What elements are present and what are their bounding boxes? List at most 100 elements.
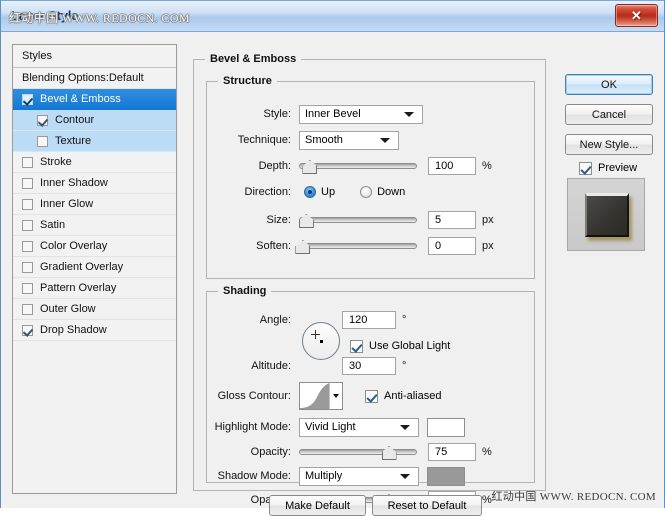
style-item-checkbox[interactable]	[22, 303, 33, 315]
structure-group-title: Structure	[218, 75, 277, 87]
layer-preview-thumbnail	[567, 178, 645, 251]
close-button[interactable]: ✕	[615, 4, 658, 27]
use-global-light-label: Use Global Light	[369, 340, 451, 352]
soften-slider[interactable]	[295, 239, 417, 254]
preview-checkbox[interactable]	[579, 161, 592, 175]
style-item-label: Gradient Overlay	[40, 260, 124, 273]
altitude-label: Altitude:	[251, 360, 291, 372]
style-list-item[interactable]: Satin	[13, 215, 176, 236]
size-unit: px	[482, 214, 494, 226]
radio-up-icon[interactable]	[304, 186, 316, 198]
style-item-label: Inner Shadow	[40, 176, 108, 189]
cancel-button[interactable]: Cancel	[565, 104, 653, 125]
anti-aliased-option[interactable]: Anti-aliased	[365, 389, 441, 403]
depth-slider[interactable]	[299, 159, 417, 174]
style-item-label: Inner Glow	[40, 197, 94, 210]
style-list-item[interactable]: Inner Glow	[13, 194, 176, 215]
highlight-opacity-track	[299, 449, 417, 455]
style-select-value: Inner Bevel	[305, 108, 361, 120]
gloss-contour-label: Gloss Contour:	[217, 390, 291, 402]
technique-label: Technique:	[237, 134, 291, 146]
technique-select[interactable]: Smooth	[299, 130, 399, 150]
angle-dial[interactable]	[302, 322, 340, 360]
style-list-item[interactable]: Pattern Overlay	[13, 278, 176, 299]
style-list-item[interactable]: Blending Options:Default	[13, 68, 176, 89]
gloss-contour-thumbnail	[300, 383, 330, 409]
anti-aliased-checkbox[interactable]	[365, 389, 378, 403]
size-label: Size:	[266, 214, 291, 226]
gloss-contour-dropdown-arrow[interactable]	[329, 383, 342, 409]
shadow-mode-value: Multiply	[305, 470, 343, 482]
shadow-mode-select[interactable]: Multiply	[299, 466, 419, 486]
highlight-opacity-input[interactable]: 75	[428, 443, 476, 461]
size-input[interactable]: 5	[428, 211, 476, 229]
reset-to-default-button[interactable]: Reset to Default	[372, 495, 482, 516]
shadow-color-swatch[interactable]	[427, 466, 465, 486]
soften-label: Soften:	[256, 240, 291, 252]
styles-panel: Styles Blending Options:Default Bevel & E…	[12, 44, 177, 494]
gloss-contour-picker[interactable]	[299, 382, 343, 410]
style-list-item[interactable]: Contour	[13, 110, 176, 131]
style-item-checkbox[interactable]	[22, 198, 33, 210]
layer-preview-shape	[585, 193, 629, 237]
style-item-label: Texture	[55, 134, 92, 147]
soften-row: Soften: 0 px	[207, 236, 527, 256]
highlight-opacity-slider[interactable]	[299, 445, 417, 460]
use-global-light-checkbox[interactable]	[350, 339, 363, 353]
depth-label: Depth:	[258, 160, 291, 172]
preview-label: Preview	[598, 162, 638, 174]
size-slider[interactable]	[298, 213, 417, 228]
style-item-checkbox[interactable]	[22, 177, 33, 189]
use-global-light-row[interactable]: Use Global Light	[350, 336, 450, 356]
style-list-item[interactable]: Bevel & Emboss	[13, 89, 176, 110]
shadow-opacity-unit: %	[482, 494, 492, 506]
altitude-input[interactable]: 30	[342, 357, 396, 375]
soften-input[interactable]: 0	[428, 237, 476, 255]
style-item-label: Color Overlay	[40, 239, 108, 252]
style-list-item[interactable]: Inner Shadow	[13, 173, 176, 194]
depth-row: Depth: 100 %	[207, 156, 527, 176]
style-item-label: Drop Shadow	[40, 323, 107, 336]
style-list-item[interactable]: Outer Glow	[13, 299, 176, 320]
style-item-checkbox[interactable]	[22, 261, 33, 273]
angle-unit: °	[402, 314, 407, 326]
chevron-down-icon	[400, 474, 410, 479]
make-default-button[interactable]: Make Default	[269, 495, 366, 516]
highlight-mode-select[interactable]: Vivid Light	[299, 417, 419, 437]
style-item-checkbox[interactable]	[22, 324, 33, 336]
style-item-checkbox[interactable]	[37, 135, 48, 147]
style-item-checkbox[interactable]	[22, 219, 33, 231]
style-list-item[interactable]: Texture	[13, 131, 176, 152]
highlight-color-swatch[interactable]	[427, 417, 465, 437]
bottom-watermark: 红动中国 WWW. REDOCN. COM	[491, 491, 656, 503]
chevron-down-icon	[380, 138, 390, 143]
depth-unit: %	[482, 160, 492, 172]
radio-down-icon[interactable]	[360, 186, 373, 198]
angle-label: Angle:	[259, 314, 291, 326]
style-item-label: Blending Options:Default	[22, 71, 144, 84]
direction-down-label: Down	[377, 186, 406, 198]
style-item-checkbox[interactable]	[22, 282, 33, 294]
style-item-checkbox[interactable]	[37, 114, 48, 126]
angle-input[interactable]: 120	[342, 311, 396, 329]
shadow-mode-label: Shadow Mode:	[217, 470, 291, 482]
soften-slider-track	[299, 243, 417, 249]
style-list-item[interactable]: Stroke	[13, 152, 176, 173]
direction-up-option[interactable]: Up	[304, 186, 335, 198]
preview-option[interactable]: Preview	[579, 158, 637, 178]
style-select[interactable]: Inner Bevel	[299, 104, 423, 124]
style-item-checkbox[interactable]	[22, 156, 33, 168]
style-list-item[interactable]: Gradient Overlay	[13, 257, 176, 278]
title-bar: Layer Style 红动中国 WWW. REDOCN. COM ✕	[1, 0, 664, 32]
title-watermark: 红动中国 WWW. REDOCN. COM	[9, 11, 190, 25]
style-item-checkbox[interactable]	[22, 240, 33, 252]
direction-down-option[interactable]: Down	[360, 186, 405, 198]
highlight-opacity-row: Opacity: 75 %	[207, 442, 527, 462]
style-list-item[interactable]: Drop Shadow	[13, 320, 176, 341]
ok-button[interactable]: OK	[565, 74, 653, 95]
new-style-button[interactable]: New Style...	[565, 134, 653, 155]
style-list-item[interactable]: Color Overlay	[13, 236, 176, 257]
depth-input[interactable]: 100	[428, 157, 476, 175]
style-item-checkbox[interactable]	[22, 93, 33, 105]
soften-unit: px	[482, 240, 494, 252]
